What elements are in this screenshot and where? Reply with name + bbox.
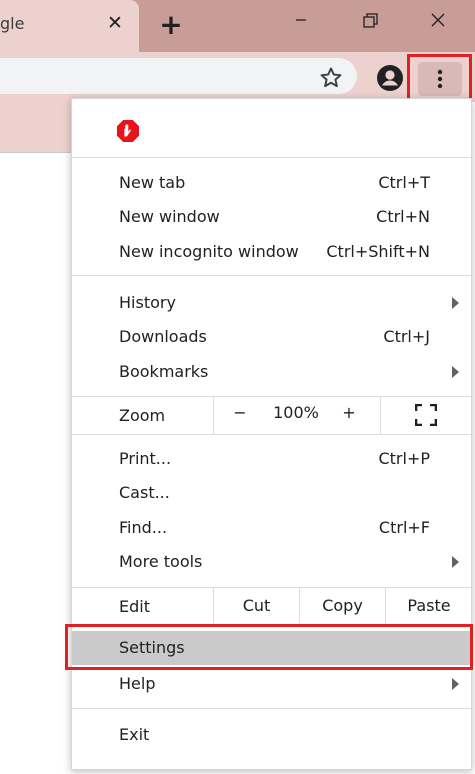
bookmark-star-icon[interactable] xyxy=(318,65,344,91)
menu-item-exit[interactable]: Exit xyxy=(72,718,471,752)
close-icon xyxy=(431,13,445,27)
content-divider xyxy=(0,152,72,153)
menu-button-highlight-box xyxy=(407,54,472,103)
new-tab-button[interactable]: + xyxy=(157,10,185,40)
menu-item-shortcut: Ctrl+J xyxy=(383,327,430,346)
submenu-arrow-icon xyxy=(452,297,459,309)
submenu-arrow-icon xyxy=(452,366,459,378)
menu-item-new-tab[interactable]: New tab Ctrl+T xyxy=(72,166,471,200)
menu-item-label: History xyxy=(119,293,176,312)
menu-item-label: Downloads xyxy=(119,327,207,346)
menu-item-label: Find... xyxy=(119,518,168,537)
profile-avatar-icon[interactable] xyxy=(376,64,404,92)
menu-item-shortcut: Ctrl+P xyxy=(378,449,430,468)
menu-item-print[interactable]: Print... Ctrl+P xyxy=(72,442,471,476)
submenu-arrow-icon xyxy=(452,678,459,690)
tab-close-icon[interactable]: ✕ xyxy=(104,10,126,36)
menu-item-more-tools[interactable]: More tools xyxy=(72,545,471,579)
menu-item-downloads[interactable]: Downloads Ctrl+J xyxy=(72,320,471,354)
menu-item-cast[interactable]: Cast... xyxy=(72,476,471,510)
browser-tab[interactable]: gle ✕ xyxy=(0,0,139,52)
title-bar: gle ✕ + xyxy=(0,0,475,52)
menu-item-label: New incognito window xyxy=(119,242,299,261)
menu-item-label: More tools xyxy=(119,552,203,571)
menu-item-label: Cast... xyxy=(119,483,170,502)
menu-item-new-window[interactable]: New window Ctrl+N xyxy=(72,200,471,234)
fullscreen-button[interactable] xyxy=(381,396,471,434)
menu-item-shortcut: Ctrl+T xyxy=(378,173,430,192)
menu-separator xyxy=(72,434,471,435)
edit-row: Edit Cut Copy Paste xyxy=(72,587,471,625)
menu-item-label: Help xyxy=(119,674,156,693)
copy-button[interactable]: Copy xyxy=(300,587,385,625)
menu-item-shortcut: Ctrl+Shift+N xyxy=(326,242,430,261)
menu-item-shortcut: Ctrl+F xyxy=(378,518,430,537)
toolbar xyxy=(0,52,475,102)
minimize-button[interactable] xyxy=(268,0,334,40)
zoom-out-button[interactable]: − xyxy=(229,403,251,427)
settings-highlight-box xyxy=(65,624,473,670)
menu-item-label: Exit xyxy=(119,725,150,744)
edit-label: Edit xyxy=(119,597,150,616)
zoom-label: Zoom xyxy=(119,406,166,425)
menu-item-label: New tab xyxy=(119,173,186,192)
menu-item-find[interactable]: Find... Ctrl+F xyxy=(72,511,471,545)
menu-separator xyxy=(72,275,471,276)
menu-item-history[interactable]: History xyxy=(72,286,471,320)
cut-button[interactable]: Cut xyxy=(214,587,299,625)
menu-item-label: Bookmarks xyxy=(119,362,209,381)
close-window-button[interactable] xyxy=(404,0,470,40)
menu-item-bookmarks[interactable]: Bookmarks xyxy=(72,355,471,389)
menu-separator xyxy=(72,157,471,158)
minimize-icon xyxy=(296,19,306,21)
address-bar[interactable] xyxy=(0,58,357,94)
menu-item-shortcut: Ctrl+N xyxy=(376,207,430,226)
fullscreen-icon xyxy=(415,404,437,426)
menu-item-label: Print... xyxy=(119,449,172,468)
menu-item-new-incognito-window[interactable]: New incognito window Ctrl+Shift+N xyxy=(72,235,471,269)
zoom-in-button[interactable]: + xyxy=(338,403,360,427)
bookmarks-bar xyxy=(0,102,72,152)
menu-separator xyxy=(72,708,471,709)
menu-item-help[interactable]: Help xyxy=(72,667,471,701)
menu-item-label: New window xyxy=(119,207,220,226)
tab-title: gle xyxy=(0,14,25,33)
submenu-arrow-icon xyxy=(452,556,459,568)
restore-button[interactable] xyxy=(336,0,402,40)
restore-icon xyxy=(363,13,378,28)
zoom-row: Zoom − 100% + xyxy=(72,396,471,434)
adblock-stop-icon[interactable] xyxy=(116,119,140,143)
paste-button[interactable]: Paste xyxy=(386,587,472,625)
zoom-level-value: 100% xyxy=(273,403,319,422)
zoom-divider xyxy=(213,396,214,434)
